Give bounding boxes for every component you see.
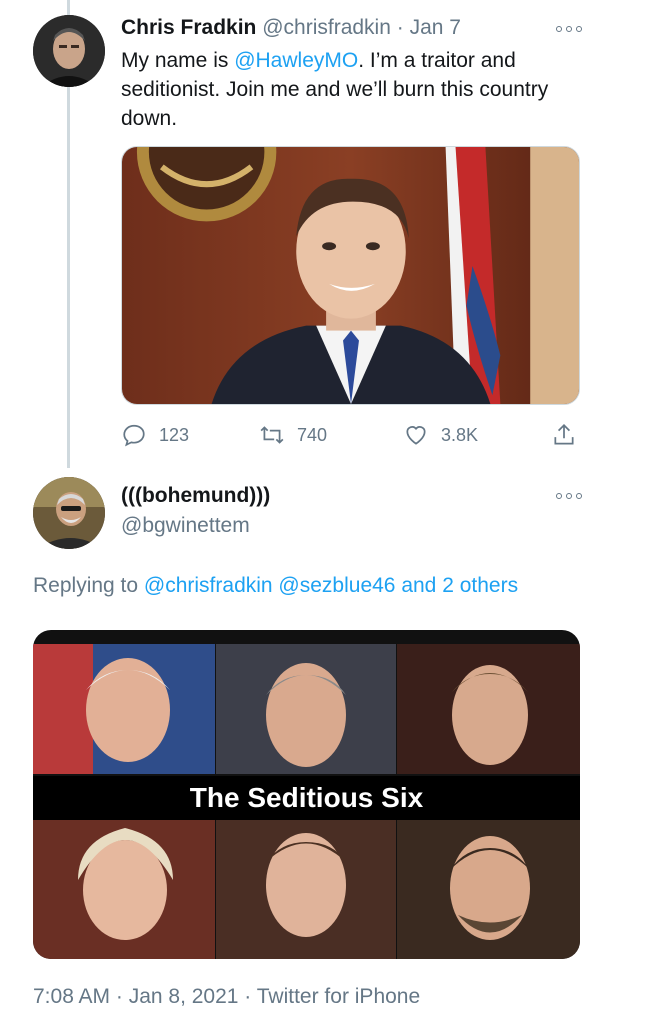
tweet-text-part: My name is <box>121 49 235 72</box>
handle[interactable]: @bgwinettem <box>121 514 250 538</box>
replying-to-links[interactable]: @chrisfradkin @sezblue46 and 2 others <box>144 574 518 597</box>
tweet-text: My name is @HawleyMO. I’m a traitor and … <box>121 46 581 133</box>
reply-icon <box>123 424 145 447</box>
more-icon[interactable] <box>556 22 582 36</box>
share-button[interactable] <box>551 420 577 450</box>
like-button[interactable]: 3.8K <box>403 420 478 450</box>
reply-count: 123 <box>159 424 190 445</box>
more-icon[interactable] <box>556 489 582 503</box>
avatar[interactable] <box>33 477 105 549</box>
display-name[interactable]: (((bohemund))) <box>121 484 270 508</box>
tweet-photo[interactable] <box>121 146 580 405</box>
retweet-button[interactable]: 740 <box>259 420 327 450</box>
handle[interactable]: @chrisfradkin <box>262 16 391 39</box>
avatar-photo <box>33 477 105 549</box>
retweet-icon <box>260 426 284 444</box>
share-icon <box>554 424 574 445</box>
avatar-photo <box>33 15 105 87</box>
tweet-actions: 123 740 3.8K <box>121 420 581 450</box>
separator: · <box>396 16 404 39</box>
tweet-header: Chris Fradkin @chrisfradkin · Jan 7 <box>121 16 461 40</box>
mention-link[interactable]: @HawleyMO <box>234 49 358 72</box>
like-count: 3.8K <box>441 424 479 445</box>
heart-icon <box>406 426 426 445</box>
tweet-meta: 7:08 AM · Jan 8, 2021 · Twitter for iPho… <box>33 985 421 1008</box>
reply-button[interactable]: 123 <box>121 420 189 450</box>
retweet-count: 740 <box>297 424 328 445</box>
replying-prefix: Replying to <box>33 574 144 597</box>
avatar[interactable] <box>33 15 105 87</box>
replying-to: Replying to @chrisfradkin @sezblue46 and… <box>33 574 518 598</box>
tweet-date[interactable]: Jan 7 <box>410 16 461 39</box>
display-name[interactable]: Chris Fradkin <box>121 16 256 39</box>
media-caption: The Seditious Six <box>189 782 424 813</box>
tweet-media[interactable]: The Seditious Six <box>33 630 580 959</box>
